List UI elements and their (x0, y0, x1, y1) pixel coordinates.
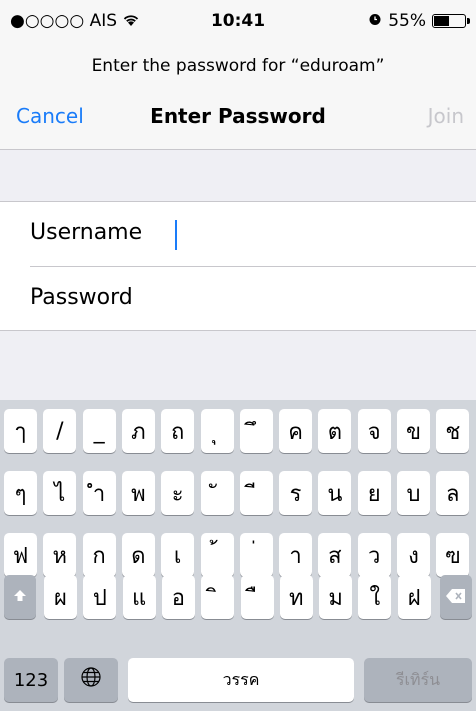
key[interactable]: ช (436, 409, 470, 453)
battery-icon (432, 14, 470, 28)
key[interactable]: ว (357, 533, 391, 577)
key[interactable]: ต (318, 409, 352, 453)
thai-keyboard: ๅ/_ภถุึคตจขช ๆไำพะัีรนยบล ฟหกดเ้่าสวงฃ ผ… (0, 400, 476, 711)
key[interactable]: ย (357, 471, 391, 515)
key[interactable]: ค (279, 409, 313, 453)
key[interactable]: ฝ (397, 575, 431, 619)
delete-icon (445, 585, 467, 610)
key[interactable]: ม (319, 575, 353, 619)
status-bar: ●○○○○ AIS 10:41 55% (0, 0, 476, 40)
key[interactable]: ี (239, 471, 273, 515)
key[interactable]: ป (83, 575, 117, 619)
credentials-form: Username Password (0, 201, 476, 331)
key[interactable]: จ (357, 409, 391, 453)
key[interactable]: ส (318, 533, 352, 577)
key[interactable]: ล (436, 471, 470, 515)
key[interactable]: ่ (239, 533, 273, 577)
key[interactable]: ฟ (4, 533, 37, 577)
alarm-icon (368, 11, 382, 31)
globe-key[interactable] (64, 658, 118, 702)
space-key[interactable]: วรรค (128, 658, 354, 702)
password-prompt: Enter the password for “eduroam” (91, 56, 385, 76)
text-cursor (175, 220, 177, 250)
key[interactable]: พ (121, 471, 155, 515)
key[interactable]: / (43, 409, 77, 453)
key[interactable]: ก (82, 533, 116, 577)
key[interactable]: อ (161, 575, 195, 619)
key[interactable]: ข (397, 409, 430, 453)
status-right: 55% (368, 11, 470, 31)
key[interactable]: ุ (200, 409, 234, 453)
key[interactable]: บ (397, 471, 430, 515)
shift-key[interactable] (4, 575, 36, 619)
shift-icon (12, 585, 28, 610)
delete-key[interactable] (440, 575, 472, 619)
key[interactable]: ห (43, 533, 77, 577)
username-field[interactable]: Username (0, 202, 476, 267)
key[interactable]: ภ (121, 409, 155, 453)
battery-percent: 55% (388, 11, 426, 31)
key[interactable]: ำ (82, 471, 116, 515)
key[interactable]: า (279, 533, 313, 577)
key[interactable]: ผ (44, 575, 77, 619)
key[interactable]: ร (279, 471, 313, 515)
key[interactable]: ๆ (4, 471, 37, 515)
username-label: Username (30, 220, 143, 245)
key[interactable]: ิ (201, 575, 235, 619)
password-label: Password (30, 285, 133, 310)
key[interactable]: ๅ (4, 409, 37, 453)
key[interactable]: ื (240, 575, 274, 619)
join-button[interactable]: Join (428, 104, 464, 128)
key[interactable]: ไ (43, 471, 77, 515)
key[interactable]: ถ (161, 409, 195, 453)
key[interactable]: ้ (200, 533, 234, 577)
key[interactable]: แ (122, 575, 156, 619)
numbers-key[interactable]: 123 (4, 658, 58, 702)
key[interactable]: ด (121, 533, 155, 577)
key[interactable]: ะ (161, 471, 195, 515)
key[interactable]: ใ (358, 575, 392, 619)
key[interactable]: ั (200, 471, 234, 515)
key[interactable]: ง (397, 533, 430, 577)
key[interactable]: น (318, 471, 352, 515)
navigation-bar: Enter the password for “eduroam” Cancel … (0, 40, 476, 150)
key[interactable]: ฃ (436, 533, 470, 577)
key[interactable]: เ (161, 533, 195, 577)
password-field[interactable]: Password (0, 267, 476, 331)
key[interactable]: ึ (239, 409, 273, 453)
globe-icon (80, 666, 102, 694)
key[interactable]: ท (279, 575, 313, 619)
page-title: Enter Password (150, 104, 326, 128)
key[interactable]: _ (82, 409, 116, 453)
return-key[interactable]: รีเทิร์น (364, 658, 472, 702)
